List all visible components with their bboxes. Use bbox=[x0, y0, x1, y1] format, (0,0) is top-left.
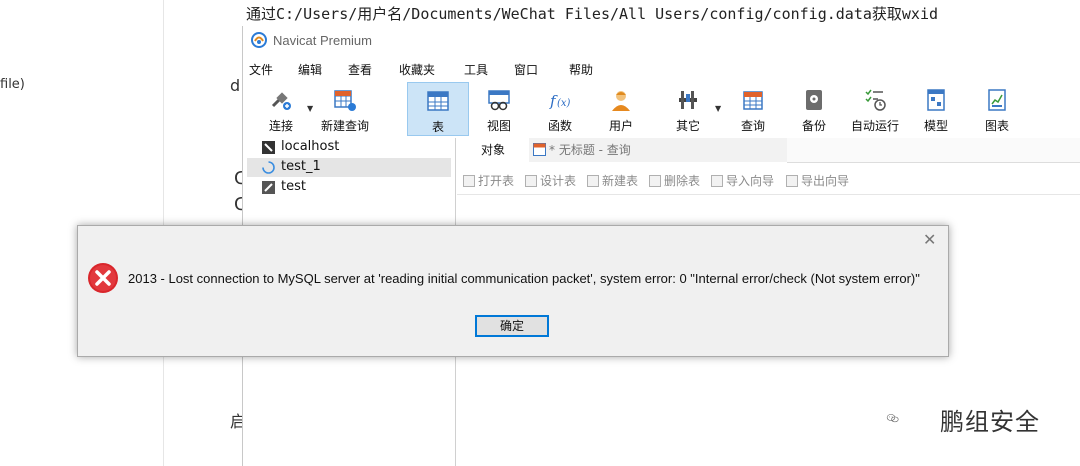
menu-help[interactable]: 帮助 bbox=[569, 61, 593, 78]
toolbar-new-query-button[interactable]: 新建查询 bbox=[314, 82, 376, 136]
user-icon bbox=[612, 91, 630, 111]
model-icon bbox=[927, 89, 945, 111]
toolbar-chart-label: 图表 bbox=[984, 119, 1009, 133]
toolbar-backup-button[interactable]: 备份 bbox=[783, 82, 845, 136]
table-icon bbox=[427, 91, 449, 111]
error-icon bbox=[88, 263, 118, 293]
toolbar-query-button[interactable]: 查询 bbox=[722, 82, 784, 136]
toolbar-function-label: 函数 bbox=[547, 119, 572, 133]
import-wizard-label: 导入向导 bbox=[726, 174, 775, 188]
toolbar-view-button[interactable]: 视图 bbox=[468, 82, 530, 136]
toolbar-view-label: 视图 bbox=[486, 119, 511, 133]
toolbar-model-button[interactable]: 模型 bbox=[905, 82, 967, 136]
menu-favorites[interactable]: 收藏夹 bbox=[399, 61, 435, 78]
tab-strip-empty bbox=[787, 138, 1080, 163]
menu-file[interactable]: 文件 bbox=[249, 61, 273, 78]
new-table-label: 新建表 bbox=[602, 174, 639, 188]
error-dialog: ✕ 2013 - Lost connection to MySQL server… bbox=[77, 225, 949, 357]
connection-icon bbox=[262, 181, 275, 194]
navicat-logo-icon bbox=[251, 32, 267, 48]
backup-icon bbox=[806, 90, 822, 110]
article-path-line: 通过C:/Users/用户名/Documents/WeChat Files/Al… bbox=[246, 5, 939, 23]
other-dropdown-arrow[interactable]: ▼ bbox=[715, 104, 721, 113]
toolbar-new-query-label: 新建查询 bbox=[320, 119, 369, 133]
export-wizard-icon bbox=[786, 175, 798, 187]
design-table-icon bbox=[525, 175, 537, 187]
menu-edit[interactable]: 编辑 bbox=[298, 61, 322, 78]
toolbar-table-label: 表 bbox=[431, 120, 444, 134]
toolbar-other-button[interactable]: 其它 bbox=[657, 82, 719, 136]
close-icon[interactable]: ✕ bbox=[923, 230, 936, 249]
new-table-button[interactable]: 新建表 bbox=[587, 172, 638, 189]
connection-icon bbox=[262, 141, 275, 154]
import-wizard-button[interactable]: 导入向导 bbox=[711, 172, 774, 189]
error-message: 2013 - Lost connection to MySQL server a… bbox=[128, 271, 920, 286]
ok-button[interactable]: 确定 bbox=[475, 315, 549, 337]
toolbar-backup-label: 备份 bbox=[801, 119, 826, 133]
toolbar-connect-label: 连接 bbox=[268, 119, 293, 133]
import-wizard-icon bbox=[711, 175, 723, 187]
tab-objects[interactable]: 对象 bbox=[457, 138, 529, 162]
delete-table-button[interactable]: 删除表 bbox=[649, 172, 700, 189]
open-table-label: 打开表 bbox=[478, 174, 515, 188]
connection-item-test[interactable]: test bbox=[247, 178, 451, 197]
toolbar-user-button[interactable]: 用户 bbox=[590, 82, 652, 136]
other-icon bbox=[679, 91, 697, 109]
main-toolbar: 连接 ▼ 新建查询 表 视图 f (x) 函数 用户 其它 ▼ 查询 备份 自动… bbox=[243, 82, 1080, 138]
query-tab-icon bbox=[533, 143, 546, 156]
background-char: d bbox=[230, 76, 241, 95]
window-title: Navicat Premium bbox=[273, 33, 372, 48]
connection-item-test-1[interactable]: test_1 bbox=[247, 158, 451, 177]
title-bar: Navicat Premium bbox=[243, 26, 1080, 56]
design-table-button[interactable]: 设计表 bbox=[525, 172, 576, 189]
new-query-icon bbox=[334, 90, 356, 111]
open-table-button[interactable]: 打开表 bbox=[463, 172, 514, 189]
toolbar-function-button[interactable]: f (x) 函数 bbox=[529, 82, 591, 136]
new-table-icon bbox=[587, 175, 599, 187]
menu-view[interactable]: 查看 bbox=[348, 61, 372, 78]
export-wizard-button[interactable]: 导出向导 bbox=[786, 172, 849, 189]
menu-bar: 文件 编辑 查看 收藏夹 工具 窗口 帮助 bbox=[243, 58, 1080, 80]
toolbar-chart-button[interactable]: 图表 bbox=[966, 82, 1028, 136]
delete-table-icon bbox=[649, 175, 661, 187]
connection-item-localhost[interactable]: localhost bbox=[247, 138, 451, 157]
chart-icon bbox=[988, 89, 1006, 111]
background-left-text: file) bbox=[0, 77, 25, 92]
connection-label: test bbox=[281, 179, 306, 194]
export-wizard-label: 导出向导 bbox=[801, 174, 850, 188]
loading-spinner-icon bbox=[262, 161, 275, 174]
query-icon bbox=[743, 91, 763, 110]
menu-tools[interactable]: 工具 bbox=[464, 61, 488, 78]
toolbar-model-label: 模型 bbox=[923, 119, 948, 133]
view-icon bbox=[488, 90, 510, 111]
toolbar-connect-button[interactable]: 连接 bbox=[250, 82, 312, 136]
svg-text:(x): (x) bbox=[557, 98, 571, 109]
watermark-text: 鹏组安全 bbox=[940, 408, 1040, 436]
toolbar-table-button[interactable]: 表 bbox=[407, 82, 469, 136]
toolbar-query-label: 查询 bbox=[740, 119, 765, 133]
design-table-label: 设计表 bbox=[540, 174, 577, 188]
schedule-icon bbox=[865, 89, 886, 111]
menu-window[interactable]: 窗口 bbox=[514, 61, 538, 78]
function-icon: f (x) bbox=[549, 92, 571, 110]
connection-label: test_1 bbox=[281, 159, 321, 174]
connect-dropdown-arrow[interactable]: ▼ bbox=[307, 104, 313, 113]
delete-table-label: 删除表 bbox=[664, 174, 701, 188]
connect-icon bbox=[271, 92, 291, 110]
query-tab-label: * 无标题 - 查询 bbox=[549, 143, 631, 157]
toolbar-other-label: 其它 bbox=[675, 119, 700, 133]
toolbar-schedule-label: 自动运行 bbox=[850, 119, 899, 133]
object-toolbar: 打开表 设计表 新建表 删除表 导入向导 导出向导 bbox=[457, 166, 1080, 195]
connection-label: localhost bbox=[281, 139, 340, 154]
wechat-logo-icon bbox=[886, 414, 899, 423]
toolbar-user-label: 用户 bbox=[608, 119, 633, 133]
tab-untitled-query[interactable]: * 无标题 - 查询 bbox=[529, 138, 787, 162]
toolbar-schedule-button[interactable]: 自动运行 bbox=[844, 82, 906, 136]
open-table-icon bbox=[463, 175, 475, 187]
